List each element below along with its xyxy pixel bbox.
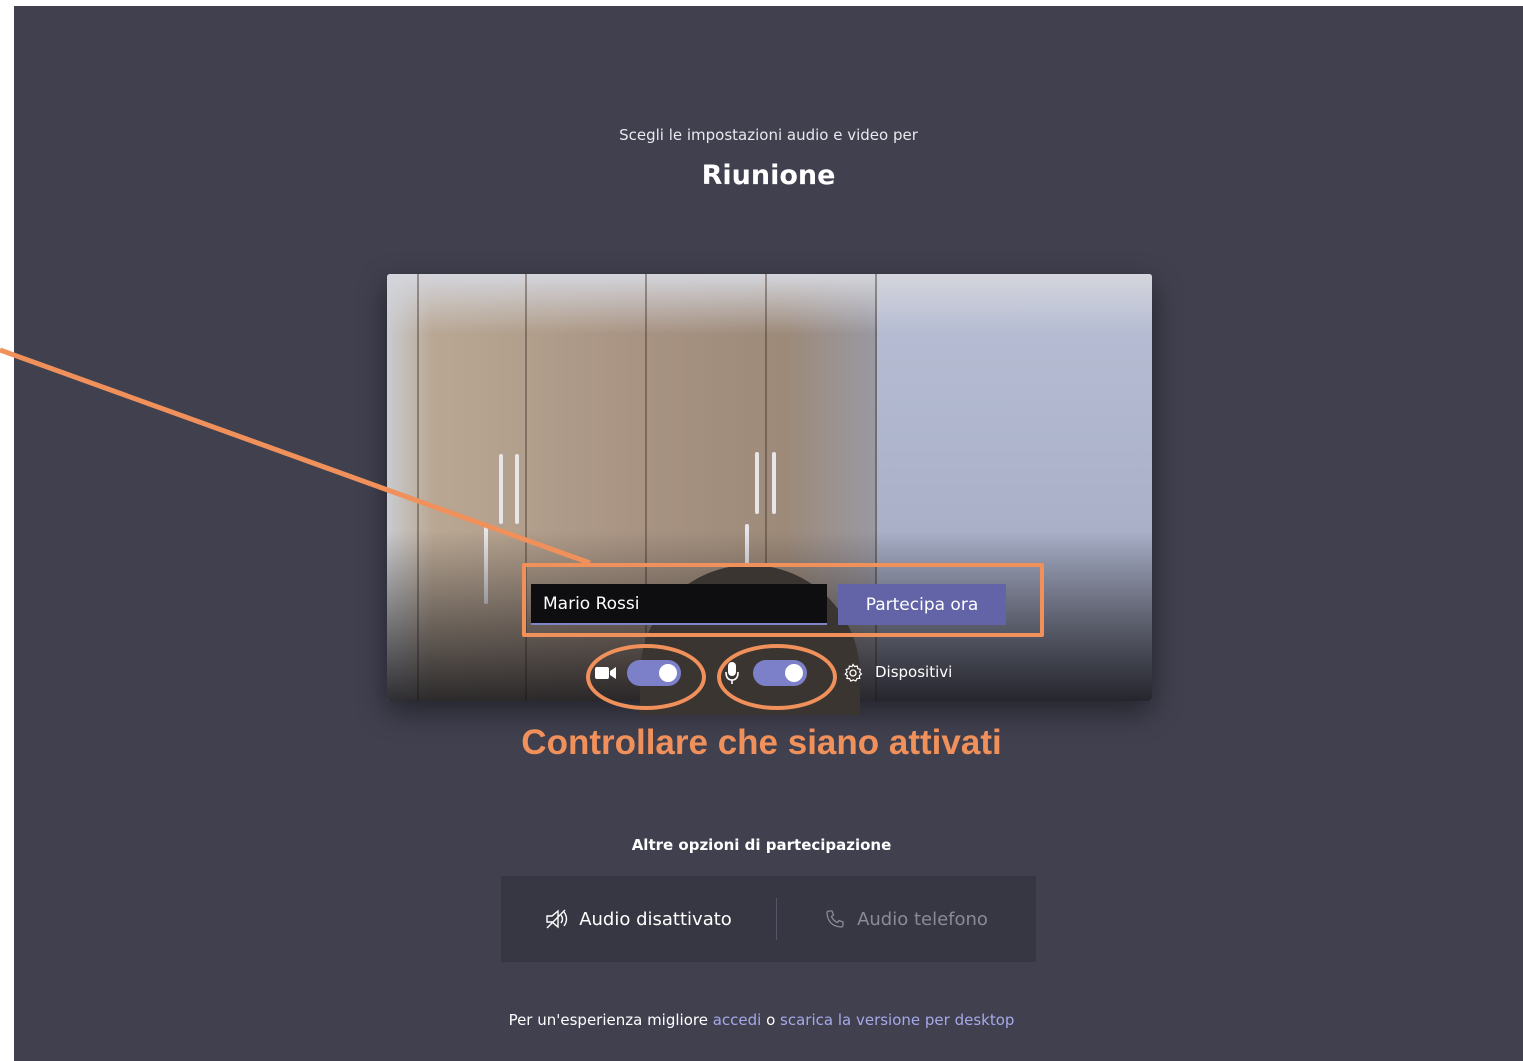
other-options-heading: Altre opzioni di partecipazione — [631, 836, 892, 854]
audio-off-option[interactable]: Audio disattivato — [501, 876, 776, 962]
signin-link[interactable]: accedi — [713, 1011, 762, 1029]
annotation-camera-circle — [586, 644, 706, 710]
gear-icon[interactable] — [843, 663, 863, 683]
devices-button[interactable]: Dispositivi — [875, 663, 952, 681]
footer-message: Per un'esperienza migliore accedi o scar… — [0, 1011, 1523, 1029]
footer-prefix: Per un'esperienza migliore — [508, 1011, 713, 1029]
speaker-muted-icon — [546, 909, 568, 929]
audio-off-label: Audio disattivato — [579, 908, 732, 930]
join-options-panel: Audio disattivato Audio telefono — [501, 876, 1036, 962]
phone-audio-label: Audio telefono — [857, 908, 988, 930]
annotation-arrow-line — [0, 347, 591, 566]
download-desktop-link[interactable]: scarica la versione per desktop — [780, 1011, 1014, 1029]
footer-middle: o — [761, 1011, 781, 1029]
annotation-caption: Controllare che siano attivati — [521, 723, 1002, 762]
phone-icon — [826, 910, 844, 928]
phone-audio-option[interactable]: Audio telefono — [777, 876, 1036, 962]
annotation-mic-circle — [717, 644, 837, 710]
annotation-highlight-box — [522, 563, 1044, 637]
